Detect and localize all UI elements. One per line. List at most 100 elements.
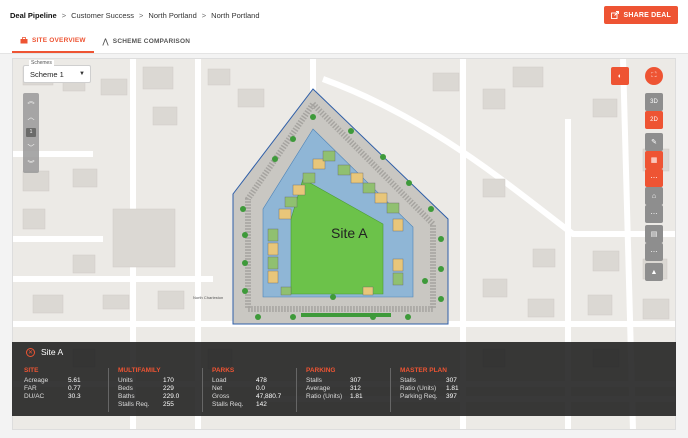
multifamily-heading: MULTIFAMILY (118, 367, 161, 374)
master-plan-stats: MASTER PLAN Stalls 307 Ratio (Units) 1.81 … (400, 367, 490, 401)
fullscreen-icon: ⛶ (651, 72, 657, 79)
scheme-select[interactable]: Schemes Scheme 1 ▼ (23, 60, 91, 83)
parks-heading: PARKS (212, 367, 235, 374)
scheme-select-value: Scheme 1 (30, 70, 64, 79)
parking-stats: PARKING Stalls 307 Average 312 Ratio (Unit… (306, 367, 390, 401)
site-label: Site A (331, 225, 368, 241)
stat-key: Ratio (Units) (306, 393, 343, 400)
breadcrumb-separator: > (201, 10, 207, 20)
tab-site-overview-label: SITE OVERVIEW (32, 37, 86, 44)
stat-key: Ratio (Units) (400, 385, 437, 392)
stat-value: 0.77 (68, 385, 81, 392)
stat-key: Stalls Req. (118, 401, 150, 408)
stat-key: Average (306, 385, 331, 392)
breadcrumb-current: North Portland (211, 10, 260, 20)
stat-value: 170 (163, 377, 174, 384)
ruler-icon: ✎ (651, 139, 657, 146)
breadcrumb-separator: > (61, 10, 67, 20)
stat-key: Parking Req. (400, 393, 438, 400)
stat-value: 397 (446, 393, 457, 400)
more-icon: ⋯ (650, 175, 658, 182)
map-icon: ▦ (650, 157, 658, 164)
chevron-down-icon[interactable]: ﹀ (28, 143, 35, 153)
stat-value: 307 (350, 377, 361, 384)
stat-key: Load (212, 377, 227, 384)
chevron-up-icon[interactable]: ︿ (28, 112, 35, 122)
stat-value: 229 (163, 385, 174, 392)
tab-scheme-comparison[interactable]: SCHEME COMPARISON (94, 30, 198, 53)
tab-site-overview[interactable]: SITE OVERVIEW (12, 30, 94, 53)
share-icon (611, 11, 620, 19)
stat-key: Gross (212, 393, 230, 400)
breadcrumb-separator: > (139, 10, 144, 20)
image-icon: ▤ (650, 231, 658, 238)
building-icon: ⌂ (651, 192, 657, 200)
stat-value: 312 (350, 385, 361, 392)
stat-value: 1.81 (446, 385, 459, 392)
scheme-select-label: Schemes (29, 60, 54, 66)
compass-icon (102, 37, 109, 46)
stat-key: Stalls (306, 377, 322, 384)
stat-value: 1.81 (350, 393, 363, 400)
parks-stats: PARKS Load 478 Net 0.0 Gross 47,880.7 Stall… (212, 367, 296, 409)
site-heading: SITE (24, 367, 39, 374)
stat-key: Acreage (24, 377, 49, 384)
stat-value: 5.61 (68, 377, 81, 384)
view-3d-button[interactable]: 3D (645, 93, 663, 111)
divider (108, 368, 109, 412)
top-bar: Deal Pipeline > Customer Success > North… (0, 0, 688, 30)
building-more-button[interactable]: ⋯ (645, 205, 663, 223)
stat-key: Baths (118, 393, 135, 400)
level-indicator: 1 (26, 128, 36, 137)
view-2d-button[interactable]: 2D (645, 111, 663, 129)
stat-value: 142 (256, 401, 267, 408)
map-layer-button[interactable]: ▦ (645, 151, 663, 169)
double-chevron-down-icon[interactable]: ︾ (28, 159, 35, 169)
level-control: ︽ ︿ 1 ﹀ ︾ (23, 93, 39, 173)
panel-header: ✕ Site A (26, 347, 63, 357)
more-icon: ⋯ (650, 211, 658, 218)
chevron-down-icon: ▼ (79, 71, 85, 77)
tab-scheme-comparison-label: SCHEME COMPARISON (112, 38, 191, 45)
multifamily-stats: MULTIFAMILY Units 170 Beds 229 Baths 229.0 … (118, 367, 198, 409)
stat-key: Net (212, 385, 223, 392)
stat-key: FAR (24, 385, 37, 392)
more-icon: ⋯ (650, 249, 658, 256)
breadcrumb-north-portland[interactable]: North Portland (148, 11, 196, 20)
share-deal-label: SHARE DEAL (623, 11, 671, 19)
panel-title: Site A (41, 347, 64, 357)
master-plan-heading: MASTER PLAN (400, 367, 447, 374)
stat-value: 307 (446, 377, 457, 384)
stat-value: 255 (163, 401, 174, 408)
map-label: North Charleston (193, 295, 223, 300)
stat-value: 0.0 (256, 385, 266, 392)
image-more-button[interactable]: ⋯ (645, 243, 663, 261)
ruler-button[interactable]: ✎ (645, 133, 663, 151)
terrain-button[interactable]: ▲ (645, 263, 663, 281)
stat-value: 229.0 (163, 393, 180, 400)
divider (390, 368, 391, 412)
contrast-icon: ◐ (617, 72, 623, 80)
close-icon[interactable]: ✕ (26, 347, 35, 357)
stat-key: Stalls Req. (212, 401, 244, 408)
breadcrumb-customer-success[interactable]: Customer Success (71, 11, 134, 20)
stat-key: Stalls (400, 377, 416, 384)
share-deal-button[interactable]: SHARE DEAL (604, 6, 678, 24)
building-button[interactable]: ⌂ (645, 187, 663, 205)
divider (202, 368, 203, 412)
map-layer-more-button[interactable]: ⋯ (645, 169, 663, 187)
fullscreen-button[interactable]: ⛶ (645, 67, 663, 85)
stat-key: Beds (118, 385, 133, 392)
image-button[interactable]: ▤ (645, 225, 663, 243)
stat-value: 47,880.7 (256, 393, 282, 400)
site-stats: SITE Acreage 5.61 FAR 0.77 DU/AC 30.3 (24, 367, 94, 401)
green-strip (301, 313, 391, 317)
double-chevron-up-icon[interactable]: ︽ (28, 96, 35, 106)
terrain-icon: ▲ (650, 268, 658, 276)
breadcrumb-deal-pipeline[interactable]: Deal Pipeline (10, 11, 57, 20)
tab-bar: SITE OVERVIEW SCHEME COMPARISON (0, 30, 688, 54)
contrast-button[interactable]: ◐ (611, 67, 629, 85)
parking-heading: PARKING (306, 367, 336, 374)
stat-value: 30.3 (68, 393, 81, 400)
stat-key: DU/AC (24, 393, 45, 400)
